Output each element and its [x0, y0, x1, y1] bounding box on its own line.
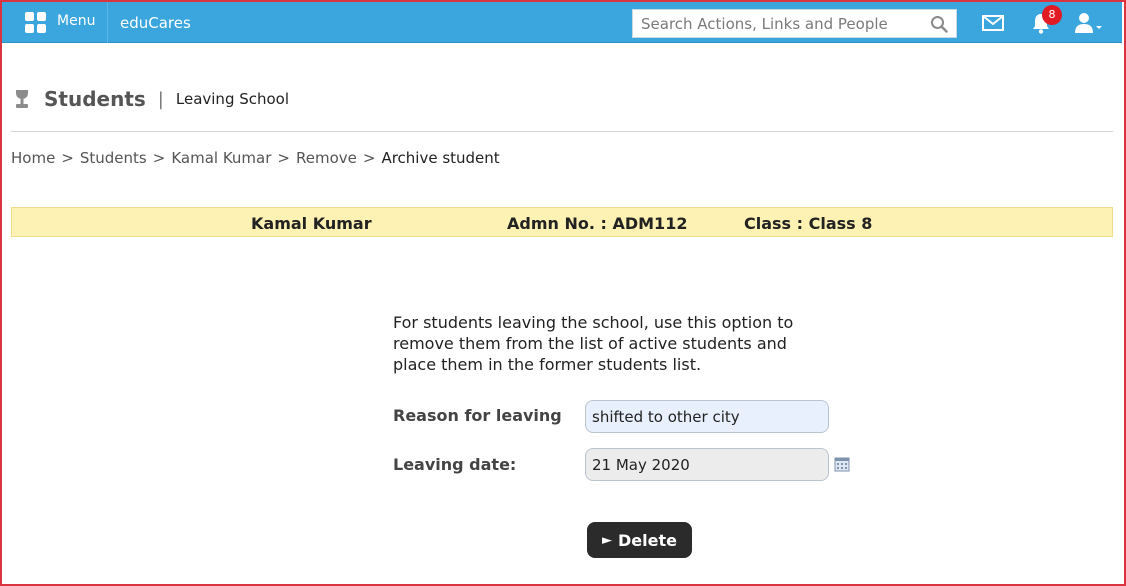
delete-label: Delete — [618, 530, 677, 550]
user-icon[interactable] — [1074, 12, 1104, 34]
student-info-bar: Kamal Kumar Admn No. : ADM112 Class : Cl… — [11, 207, 1113, 237]
mail-icon[interactable] — [982, 14, 1004, 32]
top-navigation-bar: Menu eduCares — [2, 2, 1122, 43]
breadcrumb-divider: > — [152, 149, 166, 167]
leaving-date-label: Leaving date: — [393, 455, 517, 474]
breadcrumb-students[interactable]: Students — [80, 149, 147, 167]
search-input[interactable] — [633, 10, 923, 37]
grid-icon — [25, 12, 47, 34]
notification-badge: 8 — [1042, 5, 1062, 25]
breadcrumb: Home > Students > Kamal Kumar > Remove > Archive… — [11, 149, 500, 167]
student-name: Kamal Kumar — [251, 214, 372, 233]
search-box — [632, 9, 957, 38]
breadcrumb-home[interactable]: Home — [11, 149, 55, 167]
title-separator: | — [157, 88, 164, 110]
page-header: Students | Leaving School — [12, 84, 289, 114]
menu-label: Menu — [57, 13, 96, 29]
search-icon[interactable] — [930, 15, 948, 33]
reason-input[interactable] — [585, 400, 829, 433]
calendar-icon[interactable] — [834, 456, 850, 472]
brand-link[interactable]: eduCares — [120, 14, 191, 32]
breadcrumb-divider: > — [277, 149, 290, 167]
menu-button[interactable]: Menu — [12, 2, 108, 43]
breadcrumb-divider: > — [362, 149, 376, 167]
breadcrumb-remove[interactable]: Remove — [296, 149, 357, 167]
reason-label: Reason for leaving — [393, 406, 562, 425]
breadcrumb-student-name[interactable]: Kamal Kumar — [171, 149, 271, 167]
breadcrumb-current: Archive student — [381, 149, 500, 167]
breadcrumb-divider: > — [61, 149, 74, 167]
leaving-date-input[interactable] — [585, 448, 829, 481]
page-title: Students — [44, 87, 146, 111]
student-class: Class : Class 8 — [744, 214, 873, 233]
play-icon: ► — [602, 532, 613, 548]
page-subtitle: Leaving School — [175, 90, 290, 108]
admission-number: Admn No. : ADM112 — [507, 214, 688, 233]
header-divider — [11, 131, 1113, 132]
leaving-description: For students leaving the school, use thi… — [393, 313, 794, 374]
delete-button[interactable]: ► Delete — [587, 522, 692, 558]
trophy-icon — [16, 90, 28, 108]
